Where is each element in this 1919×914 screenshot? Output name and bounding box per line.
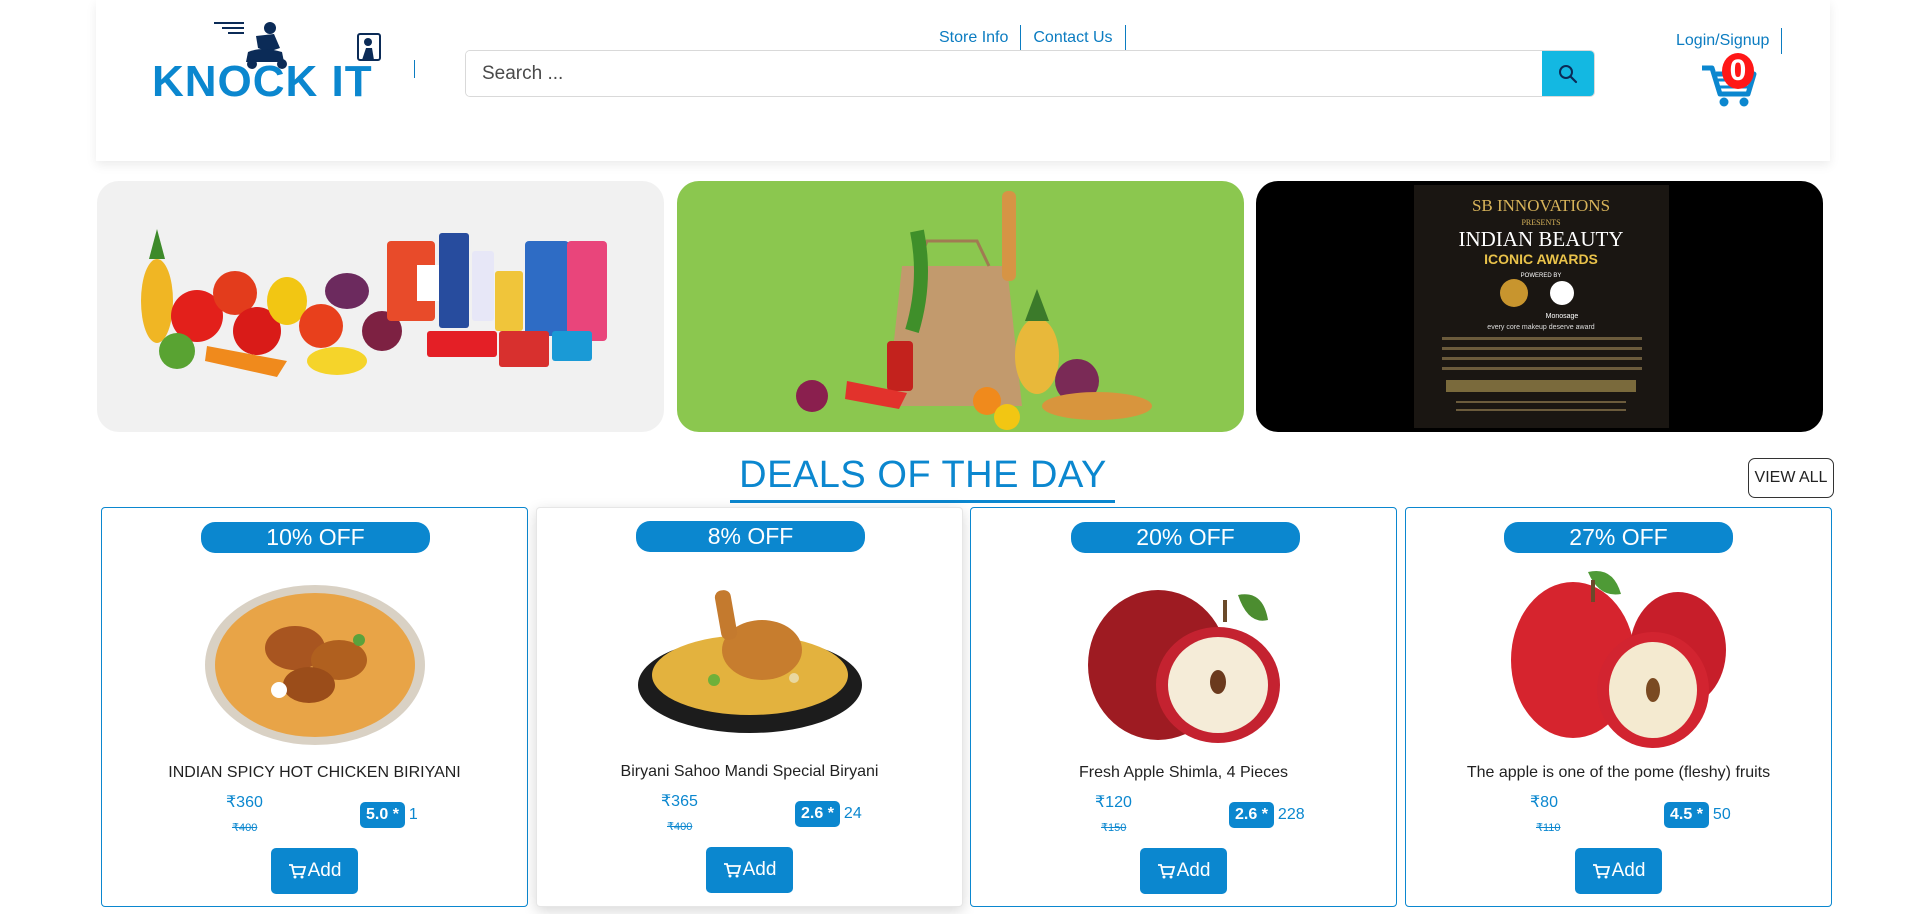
add-to-cart-button[interactable]: Add [271, 848, 358, 894]
beauty-awards-poster: SB INNOVATIONS PRESENTS INDIAN BEAUTY IC… [1414, 185, 1669, 428]
banner-groceries[interactable] [97, 181, 664, 432]
view-all-button[interactable]: VIEW ALL [1748, 458, 1834, 498]
store-info-link[interactable]: Store Info [935, 25, 1022, 51]
cart-icon [723, 863, 741, 878]
search-bar [465, 50, 1595, 97]
product-name[interactable]: The apple is one of the pome (fleshy) fr… [1406, 764, 1831, 782]
product-image-apple [1511, 570, 1726, 748]
rating-badge: 2.6 * [795, 801, 840, 827]
discount-badge: 27% OFF [1504, 522, 1733, 553]
logo-divider [414, 60, 415, 78]
grocery-bag-illustration [796, 191, 1152, 430]
add-to-cart-button[interactable]: Add [1575, 848, 1662, 894]
contact-us-link[interactable]: Contact Us [1021, 25, 1126, 51]
search-input[interactable] [466, 51, 1542, 96]
rating-count: 50 [1712, 806, 1731, 823]
cart-icon [1592, 864, 1610, 879]
rating-badge: 5.0 * [360, 802, 405, 828]
product-rating: 2.6 * 228 [1229, 802, 1305, 828]
discount-badge: 20% OFF [1071, 522, 1300, 553]
add-to-cart-button[interactable]: Add [706, 847, 793, 893]
rating-badge: 4.5 * [1664, 802, 1709, 828]
product-price: ₹360 [226, 794, 263, 811]
discount-badge: 10% OFF [201, 522, 430, 553]
logo-text: KNOCK IT [152, 57, 373, 103]
product-price: ₹80 [1530, 794, 1558, 811]
svg-text:PRESENTS: PRESENTS [1521, 218, 1560, 227]
cart-icon [1157, 864, 1175, 879]
rating-count: 24 [843, 805, 862, 822]
product-name[interactable]: Biryani Sahoo Mandi Special Biryani [537, 763, 962, 781]
add-button-label: Add [742, 859, 777, 880]
svg-text:SB INNOVATIONS: SB INNOVATIONS [1472, 196, 1610, 215]
search-button[interactable] [1542, 51, 1594, 96]
rating-count: 228 [1277, 806, 1305, 823]
svg-text:POWERED BY: POWERED BY [1521, 273, 1562, 279]
product-price: ₹120 [1095, 794, 1132, 811]
product-mrp: ₹400 [232, 822, 258, 834]
discount-badge: 8% OFF [636, 521, 865, 552]
product-image-chicken-biryani [205, 585, 425, 745]
product-mrp: ₹400 [667, 821, 693, 833]
login-signup-link[interactable]: Login/Signup [1676, 28, 1783, 54]
groceries-illustration [141, 229, 607, 377]
svg-text:Monosage: Monosage [1546, 313, 1579, 320]
add-to-cart-button[interactable]: Add [1140, 848, 1227, 894]
banner-beauty-awards[interactable]: SB INNOVATIONS PRESENTS INDIAN BEAUTY IC… [1256, 181, 1823, 432]
top-links: Store Info Contact Us [935, 25, 1126, 51]
product-card[interactable]: 10% OFF INDIAN SPICY HOT CHICKEN BIRIYAN… [101, 507, 528, 907]
rating-badge: 2.6 * [1229, 802, 1274, 828]
product-mrp: ₹150 [1101, 822, 1127, 834]
banner-grocery-bag[interactable] [677, 181, 1244, 432]
deals-title: DEALS OF THE DAY [739, 454, 1107, 496]
banner-row: SB INNOVATIONS PRESENTS INDIAN BEAUTY IC… [97, 181, 1824, 432]
product-mrp: ₹110 [1536, 822, 1561, 834]
add-button-label: Add [1176, 860, 1211, 881]
product-image-mandi-biryani [638, 590, 862, 733]
product-image-shimla-apple [1088, 590, 1280, 743]
rating-count: 1 [408, 806, 418, 823]
svg-text:ICONIC AWARDS: ICONIC AWARDS [1484, 251, 1598, 267]
product-rating: 4.5 * 50 [1664, 802, 1731, 828]
product-card[interactable]: 27% OFF The apple is one of the pome (fl… [1405, 507, 1832, 907]
svg-text:every core makeup deserve awar: every core makeup deserve award [1487, 324, 1594, 331]
product-name[interactable]: Fresh Apple Shimla, 4 Pieces [971, 764, 1396, 782]
product-rating: 5.0 * 1 [360, 802, 418, 828]
product-price: ₹365 [661, 793, 698, 810]
knockit-logo[interactable]: KNOCK IT [152, 18, 392, 106]
product-card[interactable]: 8% OFF Biryani Sahoo Mandi Special Birya… [536, 507, 963, 907]
cart-icon [288, 864, 306, 879]
deals-title-underline [730, 500, 1115, 503]
cart-count-badge: 0 [1722, 53, 1754, 89]
cart-button[interactable]: 0 [1700, 53, 1760, 110]
product-name[interactable]: INDIAN SPICY HOT CHICKEN BIRIYANI [102, 764, 527, 782]
add-button-label: Add [1611, 860, 1646, 881]
product-rating: 2.6 * 24 [795, 801, 862, 827]
product-card[interactable]: 20% OFF Fresh Apple Shimla, 4 Pieces ₹12… [970, 507, 1397, 907]
add-button-label: Add [307, 860, 342, 881]
svg-text:INDIAN BEAUTY: INDIAN BEAUTY [1458, 227, 1623, 251]
search-icon [1559, 64, 1578, 83]
